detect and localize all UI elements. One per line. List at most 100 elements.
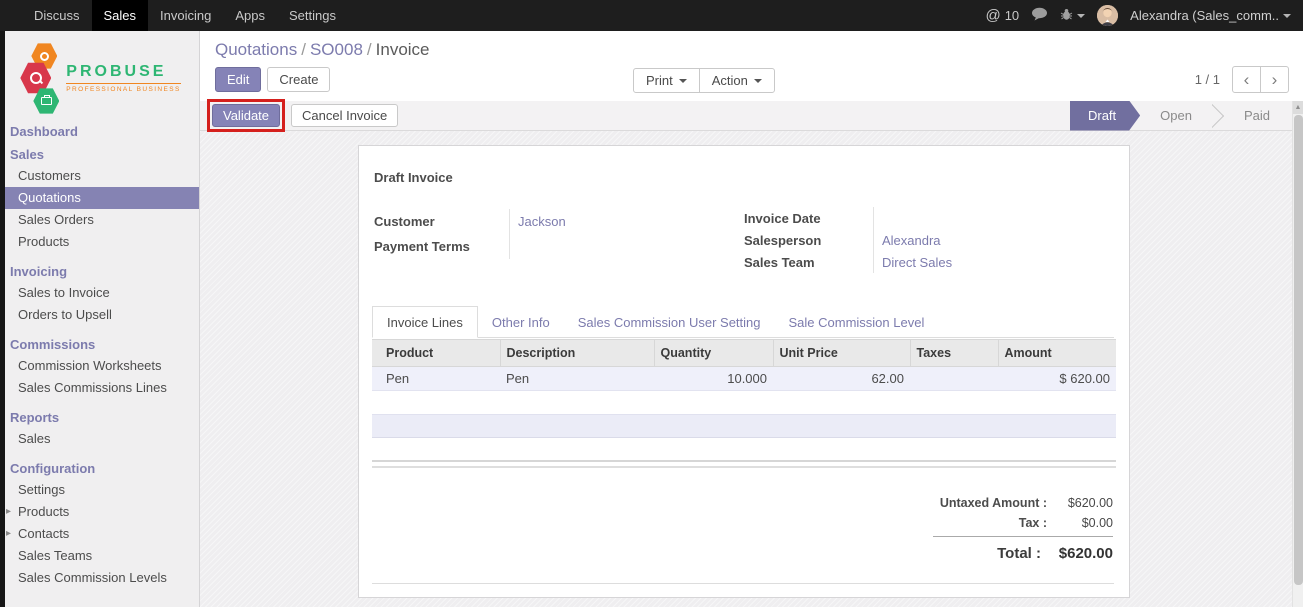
totals-block: Untaxed Amount : $620.00 Tax : $0.00 Tot… xyxy=(933,493,1113,565)
col-header-product[interactable]: Product xyxy=(372,340,500,367)
debug-menu-button[interactable] xyxy=(1060,8,1085,24)
invoice-sheet: Draft Invoice Customer Payment Terms Jac… xyxy=(358,145,1130,598)
pager-previous-button[interactable]: ‹ xyxy=(1232,66,1261,93)
expand-caret-icon[interactable]: ▸ xyxy=(6,505,11,519)
probuse-logo: PROBUSE PROFESSIONAL BUSINESS xyxy=(0,31,199,119)
sidebar-header-reports: Reports xyxy=(0,407,199,428)
tax-label: Tax : xyxy=(933,516,1047,530)
total-value: $620.00 xyxy=(1041,545,1113,562)
table-header-row: Product Description Quantity Unit Price … xyxy=(372,340,1116,367)
mentions-counter[interactable]: @ 10 xyxy=(985,7,1019,24)
sidebar-item-sales-to-invoice[interactable]: Sales to Invoice xyxy=(0,282,199,304)
expand-caret-icon[interactable]: ▸ xyxy=(6,527,11,541)
col-header-quantity[interactable]: Quantity xyxy=(654,340,773,367)
col-header-amount[interactable]: Amount xyxy=(998,340,1116,367)
record-buttons: Edit Create xyxy=(215,67,330,92)
action-dropdown-button[interactable]: Action xyxy=(699,68,775,93)
breadcrumb: Quotations/SO008/Invoice xyxy=(215,40,430,60)
sidebar-item-sales-commissions-lines[interactable]: Sales Commissions Lines xyxy=(0,377,199,399)
salesperson-value[interactable]: Alexandra xyxy=(882,233,941,248)
print-label: Print xyxy=(646,73,673,88)
menu-discuss[interactable]: Discuss xyxy=(22,0,92,31)
sidebar-item-sales-orders[interactable]: Sales Orders xyxy=(0,209,199,231)
pager-count: 1 / 1 xyxy=(1195,72,1220,87)
create-button[interactable]: Create xyxy=(267,67,330,92)
tab-sale-commission-level[interactable]: Sale Commission Level xyxy=(775,307,939,337)
edit-button[interactable]: Edit xyxy=(215,67,261,92)
col-header-taxes[interactable]: Taxes xyxy=(910,340,998,367)
menu-settings[interactable]: Settings xyxy=(277,0,348,31)
print-action-group: Print Action xyxy=(633,68,775,93)
state-draft[interactable]: Draft xyxy=(1070,101,1140,131)
magnifier-icon xyxy=(30,72,42,84)
pager: 1 / 1 ‹ › xyxy=(1195,66,1289,93)
scroll-up-arrow-icon[interactable]: ▲ xyxy=(1293,101,1303,114)
breadcrumb-so008[interactable]: SO008 xyxy=(310,40,363,59)
chevron-down-icon xyxy=(679,79,687,83)
print-dropdown-button[interactable]: Print xyxy=(633,68,700,93)
table-row[interactable]: Pen Pen 10.000 62.00 $ 620.00 xyxy=(372,367,1116,391)
pager-next-button[interactable]: › xyxy=(1260,66,1289,93)
customer-label: Customer xyxy=(374,214,435,229)
validate-button[interactable]: Validate xyxy=(212,104,280,127)
menu-sales[interactable]: Sales xyxy=(92,0,149,31)
form-view-area: Draft Invoice Customer Payment Terms Jac… xyxy=(200,131,1292,607)
topbar-right: @ 10 xyxy=(985,0,1303,31)
breadcrumb-separator: / xyxy=(363,40,376,59)
sidebar-header-sales[interactable]: Sales xyxy=(0,144,199,165)
breadcrumb-invoice: Invoice xyxy=(376,40,430,59)
cancel-invoice-button[interactable]: Cancel Invoice xyxy=(291,104,398,127)
customer-value[interactable]: Jackson xyxy=(518,214,566,229)
state-open[interactable]: Open xyxy=(1140,101,1212,131)
section-reports: Reports Sales xyxy=(0,407,199,450)
chevron-right-icon: › xyxy=(1272,70,1278,90)
sales-team-value[interactable]: Direct Sales xyxy=(882,255,952,270)
vertical-scrollbar[interactable]: ▲ xyxy=(1292,101,1303,607)
sidebar-item-customers[interactable]: Customers xyxy=(0,165,199,187)
sidebar: PROBUSE PROFESSIONAL BUSINESS Dashboard … xyxy=(0,31,200,607)
sidebar-item-config-products[interactable]: ▸ Products xyxy=(0,501,199,523)
untaxed-amount-label: Untaxed Amount : xyxy=(933,496,1047,510)
sidebar-item-orders-to-upsell[interactable]: Orders to Upsell xyxy=(0,304,199,326)
sidebar-header-configuration: Configuration xyxy=(0,458,199,479)
avatar[interactable] xyxy=(1097,5,1118,26)
menu-invoicing[interactable]: Invoicing xyxy=(148,0,223,31)
tax-value: $0.00 xyxy=(1047,516,1113,530)
breadcrumb-separator: / xyxy=(297,40,310,59)
untaxed-amount-value: $620.00 xyxy=(1047,496,1113,510)
sidebar-item-sales-commission-levels[interactable]: Sales Commission Levels xyxy=(0,567,199,589)
sidebar-item-settings[interactable]: Settings xyxy=(0,479,199,501)
user-menu[interactable]: Alexandra (Sales_comm.. xyxy=(1130,8,1291,23)
section-dashboard: Dashboard xyxy=(0,121,199,142)
col-header-description[interactable]: Description xyxy=(500,340,654,367)
sidebar-header-invoicing: Invoicing xyxy=(0,261,199,282)
breadcrumb-quotations[interactable]: Quotations xyxy=(215,40,297,59)
col-header-unit-price[interactable]: Unit Price xyxy=(773,340,910,367)
tab-invoice-lines[interactable]: Invoice Lines xyxy=(372,306,478,338)
tab-other-info[interactable]: Other Info xyxy=(478,307,564,337)
payment-terms-label: Payment Terms xyxy=(374,239,470,254)
state-paid[interactable]: Paid xyxy=(1224,101,1290,131)
sidebar-item-config-contacts[interactable]: ▸ Contacts xyxy=(0,523,199,545)
sidebar-item-commission-worksheets[interactable]: Commission Worksheets xyxy=(0,355,199,377)
chevron-left-icon: ‹ xyxy=(1244,70,1250,90)
messages-button[interactable] xyxy=(1031,7,1048,24)
sidebar-header-dashboard[interactable]: Dashboard xyxy=(0,121,199,142)
sidebar-header-commissions: Commissions xyxy=(0,334,199,355)
sidebar-item-products[interactable]: Products xyxy=(0,231,199,253)
section-commissions: Commissions Commission Worksheets Sales … xyxy=(0,334,199,399)
gear-icon xyxy=(40,52,49,61)
total-label: Total : xyxy=(933,545,1041,562)
tab-sales-commission-user-setting[interactable]: Sales Commission User Setting xyxy=(564,307,775,337)
logo-subtitle: PROFESSIONAL BUSINESS xyxy=(66,83,180,93)
sidebar-item-sales-teams[interactable]: Sales Teams xyxy=(0,545,199,567)
sidebar-item-reports-sales[interactable]: Sales xyxy=(0,428,199,450)
salesperson-label: Salesperson xyxy=(744,233,821,248)
scrollbar-thumb[interactable] xyxy=(1294,115,1303,585)
sidebar-item-quotations[interactable]: Quotations xyxy=(0,187,199,209)
statusbar: Validate Cancel Invoice Draft Open Paid xyxy=(200,101,1292,131)
briefcase-icon xyxy=(41,97,52,105)
sheet-bottom-rule xyxy=(372,583,1114,584)
chevron-down-icon xyxy=(1077,14,1085,18)
menu-apps[interactable]: Apps xyxy=(223,0,277,31)
